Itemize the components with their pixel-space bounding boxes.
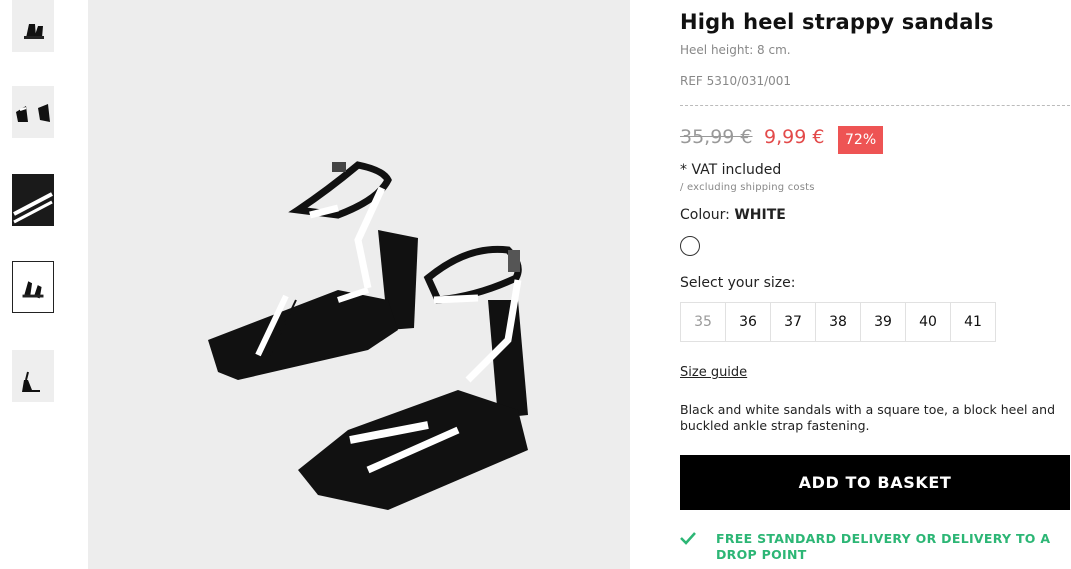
size-option-37[interactable]: 37 <box>771 303 816 341</box>
product-image <box>88 0 630 569</box>
discount-badge: 72% <box>838 126 884 154</box>
size-selector: 35 36 37 38 39 40 41 <box>680 302 996 342</box>
product-title: High heel strappy sandals <box>680 10 994 34</box>
size-option-40[interactable]: 40 <box>906 303 951 341</box>
size-label: Select your size: <box>680 275 796 291</box>
divider <box>680 105 1070 106</box>
size-option-38[interactable]: 38 <box>816 303 861 341</box>
product-reference: REF 5310/031/001 <box>680 74 792 88</box>
free-delivery-note: FREE STANDARD DELIVERY OR DELIVERY TO A … <box>716 531 1051 562</box>
colour-value: WHITE <box>734 207 786 223</box>
thumbnail-4-selected[interactable] <box>12 261 54 313</box>
thumbnail-2[interactable] <box>12 86 54 138</box>
thumbnail-5[interactable] <box>12 350 54 402</box>
product-description: Black and white sandals with a square to… <box>680 402 1056 433</box>
original-price: 35,99 € <box>680 126 753 148</box>
vat-note: * VAT included <box>680 162 782 178</box>
sale-price: 9,99 € <box>764 126 825 148</box>
size-option-35[interactable]: 35 <box>681 303 726 341</box>
size-option-36[interactable]: 36 <box>726 303 771 341</box>
thumbnail-gallery <box>0 0 68 569</box>
add-to-basket-button[interactable]: ADD TO BASKET <box>680 455 1070 510</box>
thumbnail-3[interactable] <box>12 174 54 226</box>
size-option-39[interactable]: 39 <box>861 303 906 341</box>
colour-label: Colour: WHITE <box>680 207 786 223</box>
size-option-41[interactable]: 41 <box>951 303 995 341</box>
check-icon <box>680 532 696 545</box>
white-colour-swatch[interactable] <box>680 236 700 256</box>
shipping-note: / excluding shipping costs <box>680 182 815 193</box>
size-guide-link[interactable]: Size guide <box>680 365 747 380</box>
sandals-illustration <box>88 0 630 569</box>
thumbnail-1[interactable] <box>12 0 54 52</box>
colour-label-text: Colour: <box>680 207 730 223</box>
heel-height: Heel height: 8 cm. <box>680 43 791 57</box>
